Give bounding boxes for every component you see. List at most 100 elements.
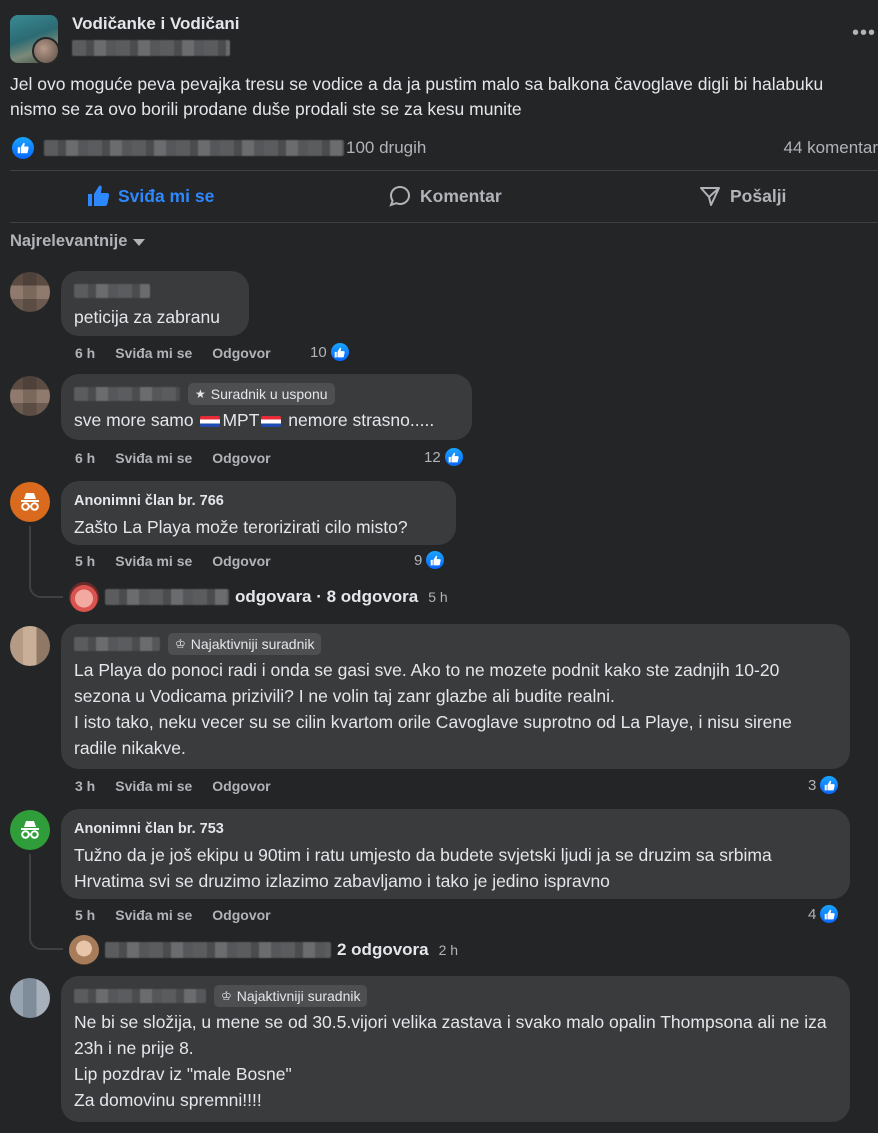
comment-time[interactable]: 5 h [75,553,95,569]
thread-line [29,854,31,936]
comment-like-button[interactable]: Sviđa mi se [115,907,192,923]
comment-button[interactable]: Komentar [388,172,502,220]
author-row: Anonimni član br. 753 [74,818,837,840]
comment-reaction-count: 3 [808,776,817,794]
author-name[interactable]: Anonimni član br. 766 [74,493,224,509]
replier-name-blurred [105,942,331,958]
reaction-count[interactable]: 100 drugih [346,138,426,158]
share-label: Pošalji [730,185,787,206]
comment-meta: 6 h Sviđa mi se Odgovor [75,450,271,466]
comment-reactions[interactable]: 12 [424,446,465,468]
comment-text: Ne bi se složija, u mene se od 30.5.vijo… [74,1012,827,1110]
comment-time[interactable]: 5 h [75,907,95,923]
comment-reply-button[interactable]: Odgovor [212,450,270,466]
comment-like-button[interactable]: Sviđa mi se [115,450,192,466]
sort-dropdown[interactable]: Najrelevantnije [10,232,146,251]
thumbs-up-icon [88,185,110,206]
anonymous-incognito-icon [21,493,39,511]
more-options-icon[interactable]: ••• [852,22,876,45]
comment-time[interactable]: 6 h [75,345,95,361]
group-name[interactable]: Vodičanke i Vodičani [72,14,240,34]
commenter-avatar[interactable] [10,376,50,416]
replier-name-blurred [105,589,229,605]
comment-like-button[interactable]: Sviđa mi se [115,778,192,794]
comment-reactions[interactable]: 9 [414,549,447,571]
anonymous-avatar[interactable] [10,482,50,522]
contributor-badge[interactable]: ★ Suradnik u usponu [188,383,335,405]
divider [10,222,878,223]
croatian-flag-icon [261,415,282,427]
sort-label: Najrelevantnije [10,232,128,250]
send-icon [700,187,720,206]
comment-text: Tužno da je još ekipu u 90tim i ratu umj… [74,845,772,891]
comment-reactions[interactable]: 10 [310,341,351,363]
commenter-avatar[interactable] [10,626,50,666]
comment-bubble: Anonimni član br. 753 Tužno da je još ek… [61,809,850,899]
reactors-blurred [44,140,344,156]
author-name-blurred[interactable] [74,284,150,298]
thread-connector [29,584,63,598]
comment-bubble: peticija za zabranu [61,271,249,336]
comment-text: peticija za zabranu [74,307,220,327]
comment-reply-button[interactable]: Odgovor [212,778,270,794]
author-name[interactable]: Anonimni član br. 753 [74,821,224,837]
award-icon: ♔ [221,989,232,1003]
badge-label: Suradnik u usponu [210,386,328,402]
comment-bubble-icon [389,185,411,207]
author-row: ♔ Najaktivniji suradnik [74,985,837,1007]
comment-reply-button[interactable]: Odgovor [212,553,270,569]
view-replies-link[interactable]: odgovara · 8 odgovora 5 h [69,582,448,612]
replies-text: 2 odgovora [337,940,429,959]
like-reaction-icon [818,774,841,796]
comment-bubble: ♔ Najaktivniji suradnik Ne bi se složija,… [61,976,850,1122]
reactions-bar[interactable]: 100 drugih 44 komentar [10,135,878,161]
profile-picture[interactable] [32,37,58,63]
award-icon: ♔ [175,637,186,651]
author-row: Anonimni član br. 766 [74,490,443,512]
like-label: Sviđa mi se [118,185,215,206]
anonymous-incognito-icon [21,821,39,839]
author-name-blurred[interactable] [74,989,206,1003]
divider [10,170,878,171]
thread-connector [29,936,63,950]
comment-label: Komentar [420,185,502,206]
post-text: Jel ovo moguće peva pevajka tresu se vod… [10,74,824,119]
comment-meta: 5 h Sviđa mi se Odgovor [75,907,271,923]
comment-time[interactable]: 3 h [75,778,95,794]
post-meta-blurred [72,40,230,56]
comment-text-part: MPT [222,410,260,430]
like-button[interactable]: Sviđa mi se [86,172,214,220]
comment-reactions[interactable]: 4 [808,903,841,925]
comment-text: Zašto La Playa može terorizirati cilo mi… [74,517,408,537]
badge-label: Najaktivniji suradnik [236,988,361,1004]
comment-reply-button[interactable]: Odgovor [212,907,270,923]
replies-time: 5 h [428,589,448,605]
thread-line [29,526,31,584]
author-name-blurred[interactable] [74,387,180,401]
commenter-avatar[interactable] [10,978,50,1018]
comment-reply-button[interactable]: Odgovor [212,345,270,361]
post-actions: Sviđa mi se Komentar Pošalji [10,172,878,220]
like-reaction-icon [12,137,34,159]
like-reaction-icon [818,903,841,925]
anonymous-avatar[interactable] [10,810,50,850]
comment-reactions[interactable]: 3 [808,774,841,796]
contributor-badge[interactable]: ♔ Najaktivniji suradnik [168,633,322,655]
author-row [74,280,236,302]
comment-count[interactable]: 44 komentar [784,138,878,158]
comment-meta: 5 h Sviđa mi se Odgovor [75,553,271,569]
comment-bubble: Anonimni član br. 766 Zašto La Playa mož… [61,481,456,545]
share-button[interactable]: Pošalji [698,172,786,220]
commenter-avatar[interactable] [10,272,50,312]
contributor-badge[interactable]: ♔ Najaktivniji suradnik [214,985,368,1007]
comment-like-button[interactable]: Sviđa mi se [115,345,192,361]
replier-avatar [69,935,99,965]
group-avatar[interactable] [10,15,58,63]
author-name-blurred[interactable] [74,637,160,651]
comment-time[interactable]: 6 h [75,450,95,466]
like-reaction-icon [424,549,447,571]
view-replies-link[interactable]: 2 odgovora 2 h [69,935,458,965]
comment-text: sve more samo MPT nemore strasno..... [74,407,459,433]
comment-meta: 3 h Sviđa mi se Odgovor [75,778,271,794]
comment-like-button[interactable]: Sviđa mi se [115,553,192,569]
